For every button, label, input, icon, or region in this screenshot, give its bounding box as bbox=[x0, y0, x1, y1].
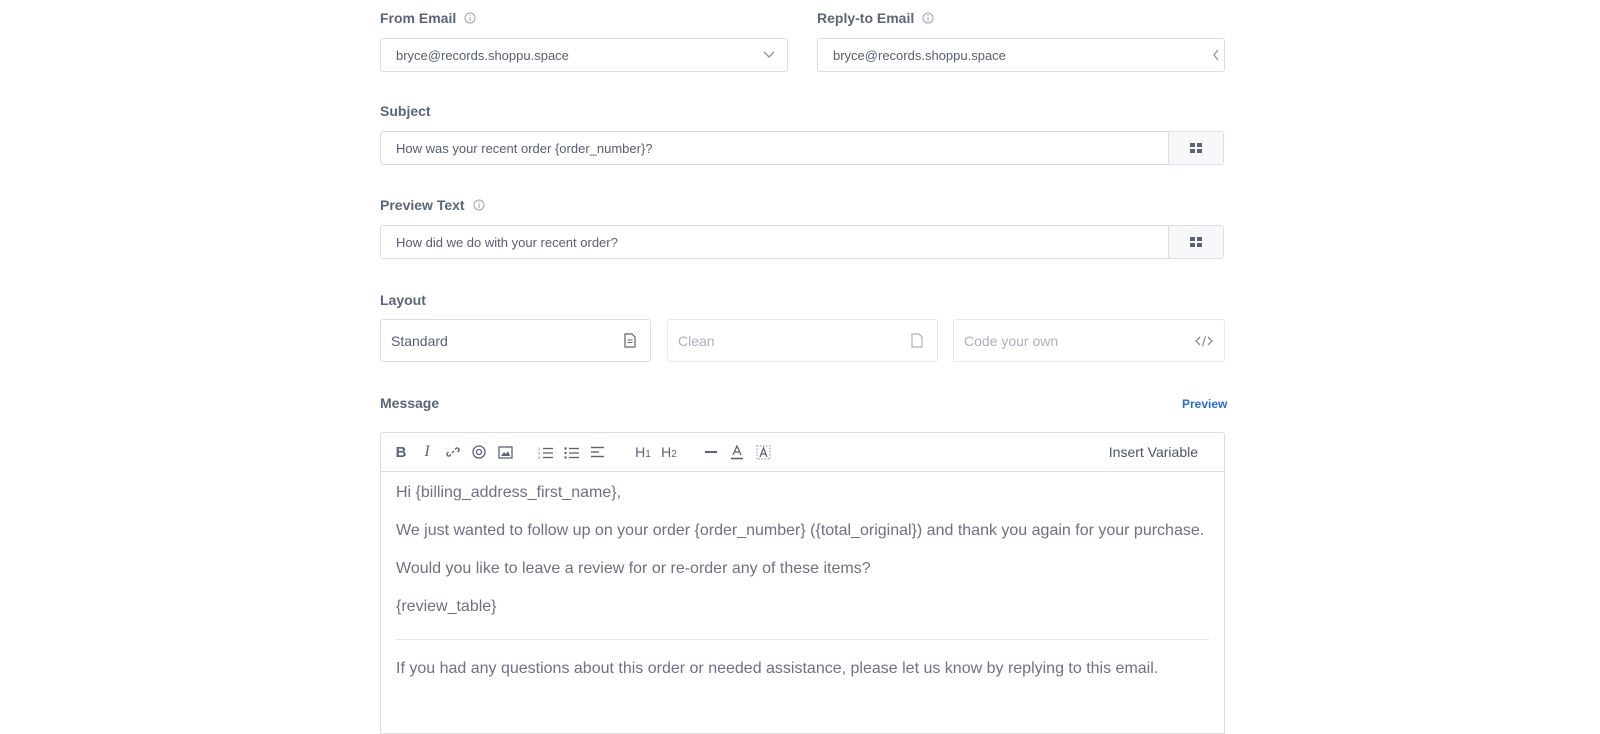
image-icon[interactable] bbox=[492, 439, 518, 465]
info-icon[interactable] bbox=[922, 12, 934, 24]
subject-field[interactable]: How was your recent order {order_number}… bbox=[380, 131, 1224, 165]
horizontal-rule-icon[interactable] bbox=[698, 439, 724, 465]
variables-button[interactable] bbox=[1168, 226, 1223, 258]
document-icon bbox=[624, 333, 636, 348]
blank-page-icon bbox=[911, 333, 923, 348]
message-line: If you had any questions about this orde… bbox=[396, 660, 1159, 677]
insert-variable-button[interactable]: Insert Variable bbox=[1109, 444, 1198, 460]
grid-icon bbox=[1190, 143, 1202, 153]
highlight-icon[interactable] bbox=[750, 439, 776, 465]
preview-text-field[interactable]: How did we do with your recent order? bbox=[380, 225, 1224, 259]
message-line: Would you like to leave a review for or … bbox=[396, 560, 871, 577]
target-icon[interactable] bbox=[466, 439, 492, 465]
from-email-label: From Email bbox=[380, 10, 476, 26]
link-icon[interactable] bbox=[440, 439, 466, 465]
layout-option-code-your-own[interactable]: Code your own bbox=[953, 319, 1225, 362]
code-icon bbox=[1195, 335, 1213, 346]
heading2-icon[interactable]: H2 bbox=[656, 439, 682, 465]
reply-to-label: Reply-to Email bbox=[817, 10, 934, 26]
svg-text:3: 3 bbox=[538, 455, 541, 459]
reply-to-select[interactable]: bryce@records.shoppu.space bbox=[817, 38, 1225, 72]
bullet-list-icon[interactable] bbox=[558, 439, 584, 465]
info-icon[interactable] bbox=[473, 199, 485, 211]
layout-label: Layout bbox=[380, 292, 426, 308]
preview-link[interactable]: Preview bbox=[1182, 397, 1227, 411]
message-line: {review_table} bbox=[396, 598, 497, 615]
align-left-icon[interactable] bbox=[584, 439, 610, 465]
chevron-down-icon bbox=[763, 51, 775, 58]
divider bbox=[396, 639, 1209, 640]
layout-option-clean[interactable]: Clean bbox=[667, 319, 938, 362]
text-color-icon[interactable] bbox=[724, 439, 750, 465]
info-icon[interactable] bbox=[464, 12, 476, 24]
bold-icon[interactable]: B bbox=[388, 439, 414, 465]
preview-text-label: Preview Text bbox=[380, 197, 485, 213]
message-label: Message bbox=[380, 395, 440, 411]
message-greeting: Hi {billing_address_first_name}, bbox=[396, 484, 622, 501]
grid-icon bbox=[1190, 237, 1202, 247]
from-email-select[interactable]: bryce@records.shoppu.space bbox=[380, 38, 788, 72]
variables-button[interactable] bbox=[1168, 132, 1223, 164]
editor-toolbar: B I 123 H1 H2 Insert Variable bbox=[380, 432, 1225, 472]
subject-label: Subject bbox=[380, 103, 431, 119]
chevron-left-icon bbox=[1213, 49, 1219, 61]
message-editor[interactable]: Hi {billing_address_first_name}, We just… bbox=[380, 472, 1225, 734]
italic-icon[interactable]: I bbox=[414, 439, 440, 465]
ordered-list-icon[interactable]: 123 bbox=[532, 439, 558, 465]
layout-option-standard[interactable]: Standard bbox=[380, 319, 651, 362]
message-line: We just wanted to follow up on your orde… bbox=[396, 522, 1205, 539]
heading1-icon[interactable]: H1 bbox=[630, 439, 656, 465]
